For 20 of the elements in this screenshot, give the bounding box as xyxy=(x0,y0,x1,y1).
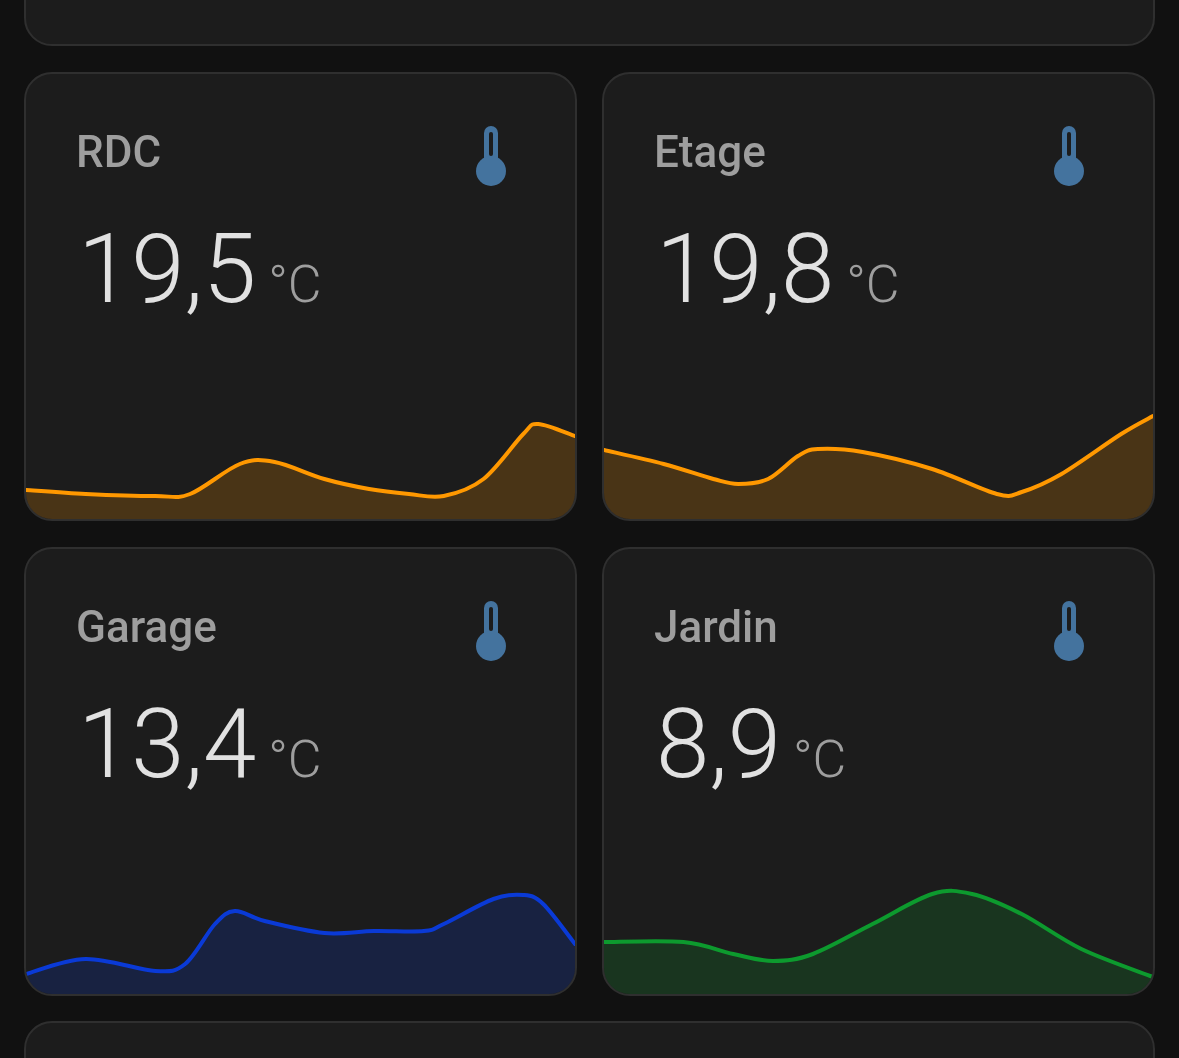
sensor-card[interactable]: Etage 19,8°C xyxy=(602,72,1155,521)
temperature-unit: °C xyxy=(268,253,322,317)
temperature-unit: °C xyxy=(846,253,900,317)
temperature-value: 19,8 xyxy=(656,214,835,324)
temperature-value: 19,5 xyxy=(78,214,257,324)
sensor-name: Etage xyxy=(654,126,766,178)
sensor-name: Garage xyxy=(76,601,217,653)
sensor-card[interactable]: RDC 19,5°C xyxy=(24,72,577,521)
thermometer-icon xyxy=(475,601,507,663)
thermometer-icon xyxy=(1053,126,1085,188)
temperature-value: 8,9 xyxy=(656,689,781,799)
sensor-name: RDC xyxy=(76,126,162,178)
temperature-value: 13,4 xyxy=(78,689,257,799)
thermometer-icon xyxy=(1053,601,1085,663)
sensor-name: Jardin xyxy=(654,601,778,653)
thermometer-icon xyxy=(475,126,507,188)
temperature-unit: °C xyxy=(792,728,847,792)
sensor-card[interactable]: Jardin 8,9°C xyxy=(602,547,1155,996)
sensor-card[interactable]: Garage 13,4°C xyxy=(24,547,577,996)
temperature-unit: °C xyxy=(268,728,322,792)
